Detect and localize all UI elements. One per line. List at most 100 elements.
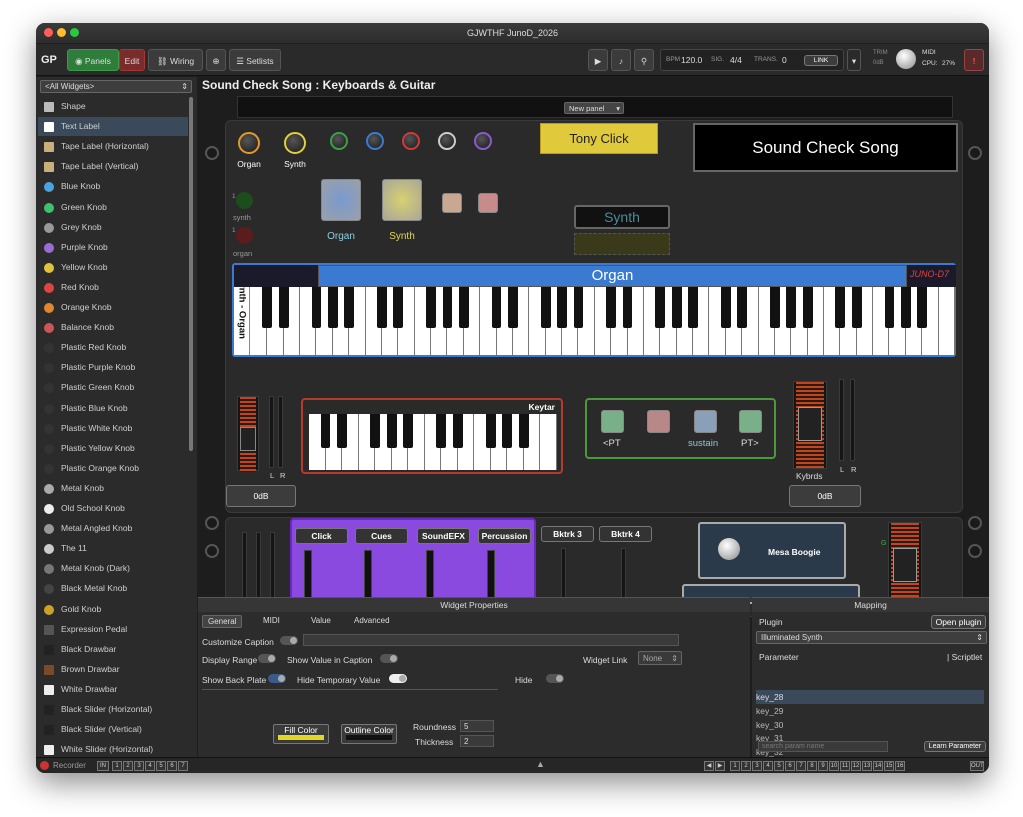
main-keyboard[interactable]: Synth - Organ Organ JUNO-D7 xyxy=(232,263,956,357)
record-icon[interactable] xyxy=(40,761,49,770)
white-key[interactable] xyxy=(540,414,557,470)
soundefx-button[interactable]: SoundEFX xyxy=(417,528,470,544)
widget-list-item[interactable]: Text Label xyxy=(38,117,188,137)
sidebar-scrollbar[interactable] xyxy=(189,97,193,451)
in-channel-indicator[interactable]: 3 xyxy=(134,761,144,771)
white-key[interactable] xyxy=(938,287,955,355)
left-fader[interactable] xyxy=(237,396,259,472)
out-channel-indicator[interactable]: 10 xyxy=(829,761,839,771)
out-channel-indicator[interactable]: 12 xyxy=(851,761,861,771)
black-key[interactable] xyxy=(769,287,780,328)
black-key[interactable] xyxy=(458,287,469,328)
amp-knob[interactable] xyxy=(718,538,740,560)
widget-list-item[interactable]: Plastic Purple Knob xyxy=(38,358,188,377)
panels-button[interactable]: ◉ Panels xyxy=(67,49,119,71)
fader-handle[interactable] xyxy=(240,427,256,451)
out-channel-indicator[interactable]: 9 xyxy=(818,761,828,771)
white-knob[interactable] xyxy=(438,132,456,150)
roundness-input[interactable]: 5 xyxy=(460,720,494,732)
display-range-toggle[interactable] xyxy=(258,654,276,663)
synth-volume-knob[interactable] xyxy=(284,132,306,154)
bpm-value[interactable]: 120.0 xyxy=(681,55,702,65)
customize-caption-toggle[interactable] xyxy=(280,636,298,645)
widget-list-item[interactable]: White Drawbar xyxy=(38,680,188,699)
black-key[interactable] xyxy=(835,287,846,328)
tab-general[interactable]: General xyxy=(202,615,243,628)
globe-button[interactable]: ⊕ xyxy=(206,49,226,71)
edit-button[interactable]: Edit xyxy=(119,49,145,71)
black-key[interactable] xyxy=(262,287,273,328)
open-plugin-button[interactable]: Open plugin xyxy=(931,615,986,629)
widget-list-item[interactable]: Expression Pedal xyxy=(38,620,188,639)
widget-list-item[interactable]: Plastic Blue Knob xyxy=(38,399,188,418)
in-channel-indicator[interactable]: 5 xyxy=(156,761,166,771)
organ-pad[interactable] xyxy=(321,179,361,221)
in-channel-indicator[interactable]: 1 xyxy=(112,761,122,771)
out-channel-indicator[interactable]: 3 xyxy=(752,761,762,771)
parameter-item[interactable]: key_30 xyxy=(756,718,984,732)
organ-volume-knob[interactable] xyxy=(238,132,260,154)
widget-list-item[interactable]: Plastic Orange Knob xyxy=(38,459,188,478)
hide-toggle[interactable] xyxy=(546,674,564,683)
in-channel-indicator[interactable]: 2 xyxy=(123,761,133,771)
widget-list-item[interactable]: Brown Drawbar xyxy=(38,660,188,679)
show-back-plate-toggle[interactable] xyxy=(268,674,286,683)
up-arrow-icon[interactable]: ▲ xyxy=(536,759,545,769)
widget-link-select[interactable]: None ⇕ xyxy=(638,651,682,665)
green-knob[interactable] xyxy=(330,132,348,150)
widget-list-item[interactable]: Plastic White Knob xyxy=(38,419,188,438)
synth-pad[interactable] xyxy=(382,179,422,221)
widget-list-item[interactable]: Metal Angled Knob xyxy=(38,519,188,538)
tab-value[interactable]: Value xyxy=(306,615,336,628)
red-pad[interactable] xyxy=(647,410,670,433)
black-key[interactable] xyxy=(442,287,453,328)
hide-temp-toggle[interactable] xyxy=(389,674,407,683)
tuner-button[interactable]: ⚲ xyxy=(634,49,654,71)
widget-list-item[interactable]: Red Knob xyxy=(38,278,188,297)
black-key[interactable] xyxy=(737,287,748,328)
widget-list-item[interactable]: Tape Label (Horizontal) xyxy=(38,137,188,156)
left-gain-display[interactable]: 0dB xyxy=(226,485,296,507)
caption-input[interactable] xyxy=(303,634,679,646)
widget-list-item[interactable]: Purple Knob xyxy=(38,238,188,257)
widget-list-item[interactable]: The 11 xyxy=(38,539,188,558)
widget-list-item[interactable]: Blue Knob xyxy=(38,177,188,196)
in-channel-indicator[interactable]: 7 xyxy=(178,761,188,771)
signature-value[interactable]: 4/4 xyxy=(730,55,742,65)
outline-color-button[interactable]: Outline Color xyxy=(341,724,397,744)
chevron-down-icon[interactable]: ▾ xyxy=(847,49,861,71)
black-key[interactable] xyxy=(917,287,928,328)
widget-list-item[interactable]: Metal Knob xyxy=(38,479,188,498)
black-key[interactable] xyxy=(370,414,381,448)
thickness-input[interactable]: 2 xyxy=(460,735,494,747)
new-panel-select[interactable]: New panel ▾ xyxy=(564,102,624,114)
purple-knob[interactable] xyxy=(474,132,492,150)
widget-list-item[interactable]: Grey Knob xyxy=(38,218,188,237)
black-key[interactable] xyxy=(606,287,617,328)
zoom-icon[interactable] xyxy=(70,28,79,37)
out-channel-indicator[interactable]: 2 xyxy=(741,761,751,771)
widget-list-item[interactable]: Old School Knob xyxy=(38,499,188,518)
black-key[interactable] xyxy=(393,287,404,328)
fill-color-button[interactable]: Fill Color xyxy=(273,724,329,744)
black-key[interactable] xyxy=(540,287,551,328)
tab-midi[interactable]: MIDI xyxy=(258,615,285,628)
chevron-right-icon[interactable]: ▶ xyxy=(715,761,725,771)
small-pad-orange[interactable] xyxy=(442,193,462,213)
percussion-button[interactable]: Percussion xyxy=(478,528,531,544)
widget-list-item[interactable]: Balance Knob xyxy=(38,318,188,337)
plugin-select[interactable]: Illuminated Synth ⇕ xyxy=(756,631,987,644)
widget-list-item[interactable]: Plastic Yellow Knob xyxy=(38,439,188,458)
learn-parameter-button[interactable]: Learn Parameter xyxy=(924,741,986,752)
setlists-button[interactable]: ☰ Setlists xyxy=(229,49,281,71)
master-volume-knob[interactable] xyxy=(896,49,916,69)
widget-list-item[interactable]: Gold Knob xyxy=(38,600,188,619)
param-search-input[interactable]: search param name xyxy=(758,741,888,752)
sustain-pad[interactable] xyxy=(694,410,717,433)
black-key[interactable] xyxy=(720,287,731,328)
widget-filter-select[interactable]: <All Widgets> ⇕ xyxy=(40,80,192,93)
transpose-value[interactable]: 0 xyxy=(782,55,787,65)
black-key[interactable] xyxy=(327,287,338,328)
link-button[interactable]: LINK xyxy=(804,55,838,66)
out-channel-indicator[interactable]: 4 xyxy=(763,761,773,771)
